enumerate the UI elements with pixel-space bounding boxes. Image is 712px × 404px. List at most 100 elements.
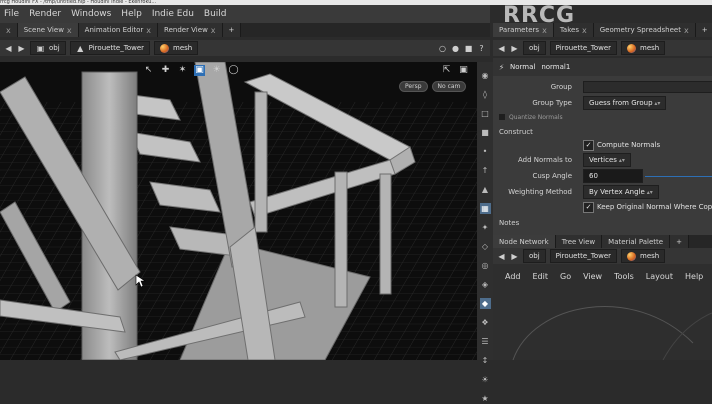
persp-button[interactable]: Persp [399, 81, 428, 92]
close-icon[interactable]: x [684, 26, 689, 35]
handle-tool-icon[interactable]: ✶ [177, 65, 188, 76]
path-network: obj [529, 252, 540, 260]
tab-label: Render View [164, 26, 208, 34]
menu-render[interactable]: Render [29, 9, 61, 19]
scene-viewport[interactable] [0, 62, 477, 360]
frame-icon[interactable]: ⇱ [441, 65, 452, 76]
net-menu-tools[interactable]: Tools [614, 272, 634, 281]
back-icon[interactable]: ◀ [4, 44, 13, 53]
fx-icon[interactable]: ★ [480, 393, 491, 404]
notes-section[interactable]: Notes [499, 219, 519, 227]
menu-help[interactable]: Help [121, 9, 142, 19]
net-menu-go[interactable]: Go [560, 272, 571, 281]
param-keep-flat: ✓ Keep Original Normal Where Coplanar [493, 198, 712, 216]
node-path[interactable]: mesh [621, 249, 666, 263]
menu-indie[interactable]: Indie Edu [152, 9, 194, 19]
render-icon[interactable]: ◈ [480, 279, 491, 290]
transform-tool-icon[interactable]: ✚ [160, 65, 171, 76]
tab-scene-view[interactable]: Scene View x [17, 23, 79, 37]
info-icon[interactable]: ◆ [479, 298, 491, 309]
network-path[interactable]: ▣ obj [30, 41, 66, 55]
display-options-icon[interactable]: ◯ [228, 65, 239, 76]
snap-icon[interactable]: ▣ [458, 65, 469, 76]
grid-icon[interactable]: ▦ [479, 203, 491, 214]
camera-button[interactable]: No cam [431, 81, 467, 92]
node-name[interactable]: normal1 [541, 63, 570, 71]
measure-icon[interactable]: ↕ [480, 355, 491, 366]
network-canvas[interactable] [493, 283, 712, 360]
back-icon[interactable]: ◀ [497, 252, 506, 261]
snap-icon[interactable]: ✦ [480, 222, 491, 233]
light-tool-icon[interactable]: ☀ [211, 65, 222, 76]
light-icon[interactable]: ☀ [480, 374, 491, 385]
tab-takes[interactable]: Takes x [553, 23, 594, 37]
close-icon[interactable]: x [211, 26, 216, 35]
tab-geometry-spreadsheet[interactable]: Geometry Spreadsheet x [593, 23, 696, 37]
object-path[interactable]: ▲ Pirouette_Tower [69, 41, 151, 55]
cusp-angle-field[interactable]: 60 [583, 169, 643, 183]
group-field[interactable] [583, 81, 712, 93]
camera-tool-icon[interactable]: ▣ [194, 64, 205, 76]
points-icon[interactable]: • [480, 146, 491, 157]
shaded-icon[interactable]: ■ [480, 127, 491, 138]
tab-material-palette[interactable]: Material Palette [602, 235, 671, 248]
compute-normals-checkbox[interactable]: ✓ [583, 139, 594, 151]
visible-icon[interactable]: ◉ [480, 70, 491, 81]
align-icon[interactable]: ☰ [480, 336, 491, 347]
hull-icon[interactable]: ▲ [480, 184, 491, 195]
link-icon[interactable]: ● [451, 44, 460, 53]
network-path[interactable]: obj [523, 41, 546, 55]
normals-icon[interactable]: ↑ [480, 165, 491, 176]
close-icon[interactable]: x [582, 26, 587, 35]
handle-icon[interactable]: ❖ [480, 317, 491, 328]
tab-tree-view[interactable]: Tree View [555, 235, 603, 248]
ghost-icon[interactable]: ◊ [480, 89, 491, 100]
tab-parameters[interactable]: Parameters x [493, 23, 554, 37]
help-icon[interactable]: ? [477, 44, 486, 53]
cusp-angle-slider[interactable] [645, 176, 712, 177]
path-node: mesh [640, 252, 660, 260]
forward-icon[interactable]: ▶ [17, 44, 26, 53]
add-tab-button[interactable]: + [670, 235, 689, 248]
keep-flat-checkbox[interactable]: ✓ [583, 201, 594, 213]
add-normals-dropdown[interactable]: Vertices [583, 153, 631, 167]
net-menu-help[interactable]: Help [685, 272, 703, 281]
object-path[interactable]: Pirouette_Tower [549, 249, 618, 263]
menu-windows[interactable]: Windows [71, 9, 111, 19]
main-menubar: File Render Windows Help Indie Edu Build [0, 5, 490, 23]
close-all-tabs-button[interactable]: x [0, 23, 18, 37]
net-menu-add[interactable]: Add [505, 272, 521, 281]
weighting-dropdown[interactable]: By Vertex Angle [583, 185, 659, 199]
tab-node-network[interactable]: Node Network [493, 235, 556, 248]
construct-section[interactable]: Construct [499, 128, 533, 136]
close-icon[interactable]: x [542, 26, 547, 35]
add-tab-button[interactable]: + [695, 23, 712, 37]
menu-build[interactable]: Build [204, 9, 227, 19]
back-icon[interactable]: ◀ [497, 44, 506, 53]
tab-render-view[interactable]: Render View x [158, 23, 223, 37]
forward-icon[interactable]: ▶ [510, 44, 519, 53]
close-icon[interactable]: x [146, 26, 151, 35]
wire-icon[interactable]: □ [480, 108, 491, 119]
network-path[interactable]: obj [523, 249, 546, 263]
viewport-toolbar: ↖ ✚ ✶ ▣ ☀ ◯ ⇱ ▣ [0, 62, 477, 78]
quantize-checkbox[interactable] [499, 114, 505, 120]
path-node: mesh [173, 44, 193, 52]
add-tab-button[interactable]: + [222, 23, 242, 37]
select-tool-icon[interactable]: ↖ [143, 65, 154, 76]
forward-icon[interactable]: ▶ [510, 252, 519, 261]
node-path[interactable]: mesh [154, 41, 199, 55]
tab-animation-editor[interactable]: Animation Editor x [78, 23, 159, 37]
object-path[interactable]: Pirouette_Tower [549, 41, 618, 55]
lock-icon[interactable]: ◇ [480, 241, 491, 252]
camera-icon[interactable]: ◎ [480, 260, 491, 271]
net-menu-edit[interactable]: Edit [533, 272, 549, 281]
pin-icon[interactable]: ○ [438, 44, 447, 53]
net-menu-layout[interactable]: Layout [646, 272, 673, 281]
close-icon: x [6, 25, 11, 35]
net-menu-view[interactable]: View [583, 272, 602, 281]
node-path[interactable]: mesh [621, 41, 666, 55]
close-icon[interactable]: x [67, 26, 72, 35]
menu-file[interactable]: File [4, 9, 19, 19]
lock-icon[interactable]: ■ [464, 44, 473, 53]
